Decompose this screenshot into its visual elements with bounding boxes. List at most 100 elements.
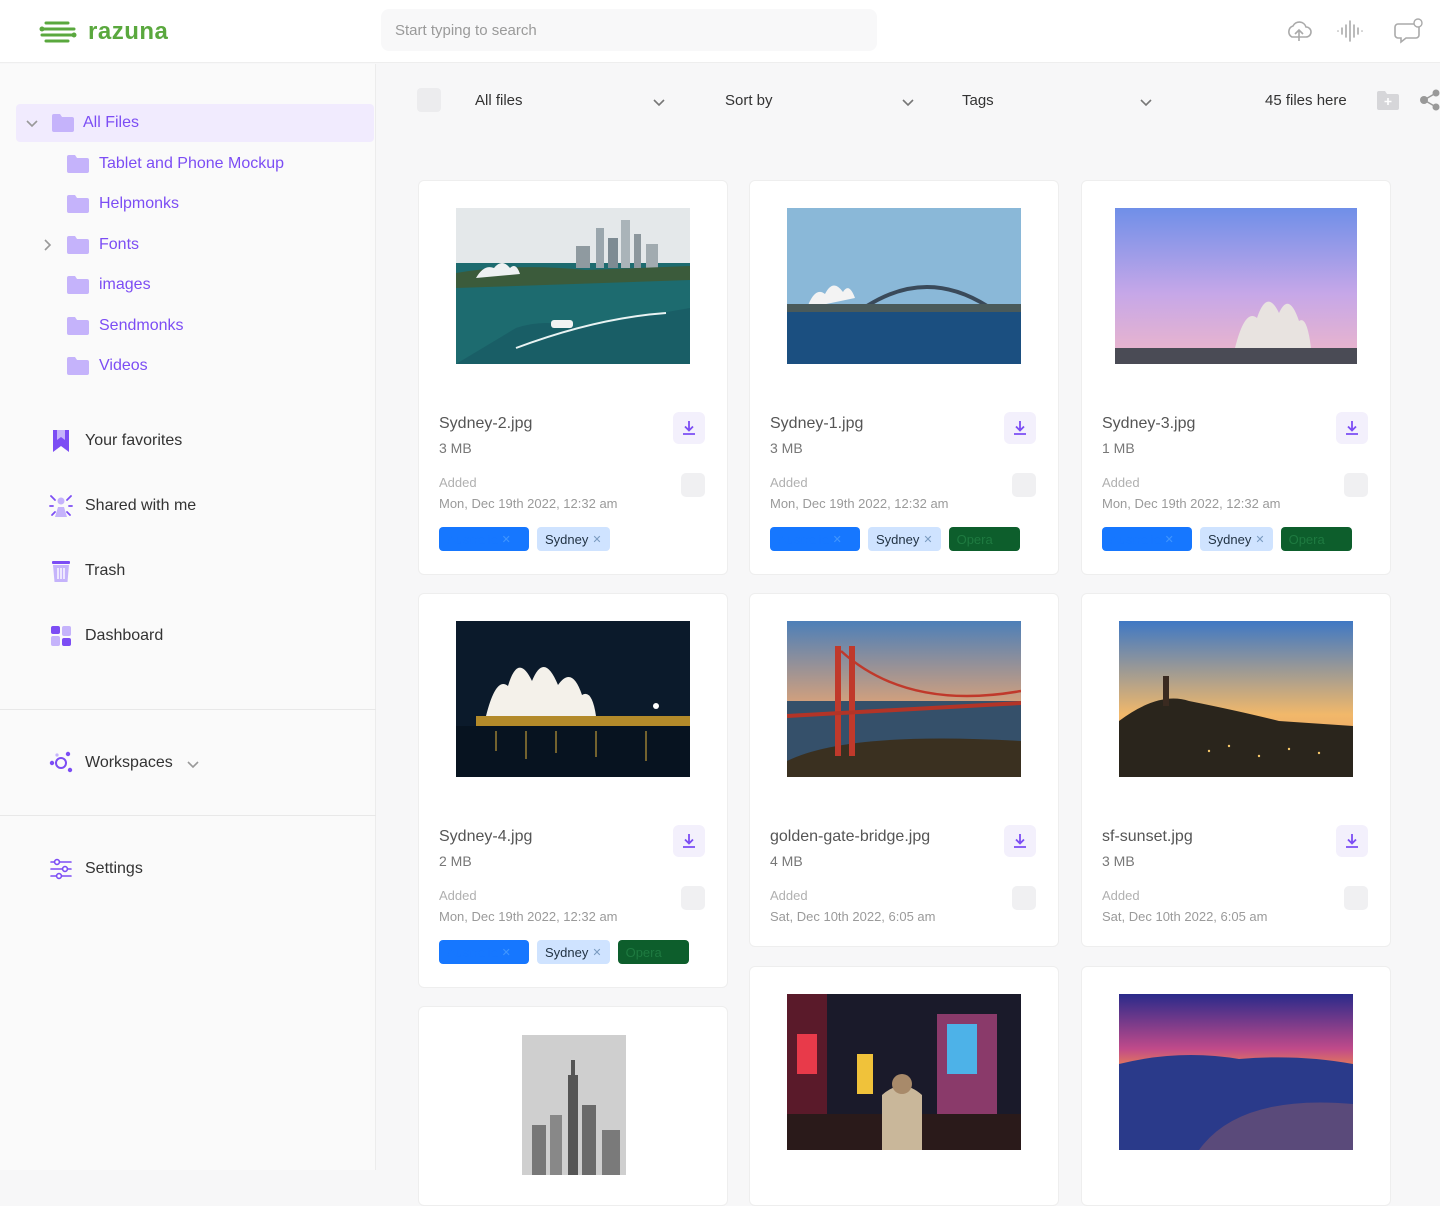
all-files-dropdown[interactable]: All files [475, 92, 523, 109]
audio-wave-icon[interactable] [1335, 16, 1365, 46]
cloud-upload-icon[interactable] [1284, 16, 1314, 46]
file-name[interactable]: sf-sunset.jpg [1102, 828, 1193, 846]
file-card[interactable] [1081, 966, 1391, 1206]
download-button[interactable] [673, 412, 705, 444]
chevron-down-icon[interactable] [25, 116, 39, 130]
added-date: Mon, Dec 19th 2022, 12:32 am [439, 496, 618, 511]
file-name[interactable]: Sydney-2.jpg [439, 415, 532, 433]
file-card[interactable]: Sydney-4.jpg 2 MB Added Mon, Dec 19th 20… [418, 593, 728, 988]
folder-all-files[interactable]: All Files [16, 104, 374, 142]
file-thumbnail[interactable] [1119, 621, 1353, 777]
select-checkbox[interactable] [1344, 886, 1368, 910]
tag-australia[interactable]: Australia ✕ [439, 527, 529, 551]
chevron-right-icon[interactable] [40, 238, 54, 252]
file-thumbnail[interactable] [787, 994, 1021, 1150]
remove-tag-icon[interactable]: ✕ [502, 946, 511, 959]
chevron-down-icon[interactable] [900, 94, 916, 110]
file-name[interactable]: Sydney-3.jpg [1102, 415, 1195, 433]
nav-your-favorites[interactable]: Your favorites [48, 427, 182, 455]
remove-tag-icon[interactable]: ✕ [923, 533, 932, 546]
file-card[interactable] [749, 966, 1059, 1206]
download-button[interactable] [1336, 412, 1368, 444]
search-input[interactable] [381, 9, 877, 51]
main-content: All files Sort by Tags 45 files here Syd… [377, 64, 1440, 1206]
file-card[interactable]: Sydney-3.jpg 1 MB Added Mon, Dec 19th 20… [1081, 180, 1391, 575]
folder-helpmonks[interactable]: Helpmonks [16, 185, 374, 223]
file-card[interactable]: sf-sunset.jpg 3 MB Added Sat, Dec 10th 2… [1081, 593, 1391, 947]
share-nodes-icon[interactable] [1419, 88, 1440, 112]
chevron-down-icon[interactable] [1138, 94, 1154, 110]
download-icon [683, 834, 695, 848]
new-folder-icon[interactable] [1377, 90, 1399, 110]
remove-tag-icon[interactable]: ✕ [592, 533, 601, 546]
file-name[interactable]: Sydney-1.jpg [770, 415, 863, 433]
file-thumbnail[interactable] [456, 208, 690, 364]
select-checkbox[interactable] [1344, 473, 1368, 497]
tag-australia[interactable]: Australia ✕ [770, 527, 860, 551]
folder-icon [67, 357, 89, 375]
folder-tablet-and-phone-mockup[interactable]: Tablet and Phone Mockup [16, 145, 374, 183]
file-thumbnail[interactable] [787, 208, 1021, 364]
tag-sydney[interactable]: Sydney ✕ [537, 940, 610, 964]
file-thumbnail[interactable] [1119, 994, 1353, 1150]
folder-label: Fonts [99, 236, 140, 253]
logo-text: razuna [88, 18, 169, 45]
file-card[interactable]: golden-gate-bridge.jpg 4 MB Added Sat, D… [749, 593, 1059, 947]
file-card[interactable]: Sydney-1.jpg 3 MB Added Mon, Dec 19th 20… [749, 180, 1059, 575]
remove-tag-icon[interactable]: ✕ [833, 533, 842, 546]
chat-bubble-icon[interactable] [1394, 16, 1424, 46]
dashboard-icon [51, 626, 71, 646]
chevron-down-icon[interactable] [186, 757, 200, 771]
file-name[interactable]: Sydney-4.jpg [439, 828, 532, 846]
file-thumbnail[interactable] [1115, 208, 1357, 364]
file-thumbnail[interactable] [456, 621, 690, 777]
razuna-logo[interactable]: razuna [38, 16, 168, 48]
chevron-down-icon[interactable] [651, 94, 667, 110]
folder-videos[interactable]: Videos [16, 347, 374, 385]
file-thumbnail[interactable] [787, 621, 1021, 777]
file-card[interactable] [418, 1006, 728, 1206]
tag-australia[interactable]: Australia ✕ [439, 940, 529, 964]
download-button[interactable] [1004, 825, 1036, 857]
remove-tag-icon[interactable]: ✕ [502, 533, 511, 546]
download-button[interactable] [1004, 412, 1036, 444]
top-bar: razuna [0, 0, 1440, 63]
tag-label: Australia [1110, 531, 1161, 547]
folder-sendmonks[interactable]: Sendmonks [16, 307, 374, 345]
nav-trash[interactable]: Trash [48, 557, 125, 585]
file-name[interactable]: golden-gate-bridge.jpg [770, 828, 930, 846]
download-button[interactable] [673, 825, 705, 857]
download-icon [1014, 834, 1026, 848]
tag-sydney[interactable]: Sydney ✕ [1200, 527, 1273, 551]
nav-workspaces[interactable]: Workspaces [48, 749, 199, 777]
tag-opera[interactable]: Opera [948, 527, 1020, 551]
remove-tag-icon[interactable]: ✕ [592, 946, 601, 959]
folder-images[interactable]: images [16, 266, 374, 304]
tag-australia[interactable]: Australia ✕ [1102, 527, 1192, 551]
tag-opera[interactable]: Opera [617, 940, 689, 964]
download-icon [683, 421, 695, 435]
sidebar: All Files Tablet and Phone Mockup Helpmo… [0, 64, 376, 1170]
tag-sydney[interactable]: Sydney ✕ [537, 527, 610, 551]
select-checkbox[interactable] [681, 473, 705, 497]
nav-settings[interactable]: Settings [48, 855, 143, 883]
select-checkbox[interactable] [681, 886, 705, 910]
tag-opera[interactable]: Opera [1280, 527, 1352, 551]
nav-shared-with-me[interactable]: Shared with me [48, 492, 196, 520]
file-thumbnail[interactable] [522, 1035, 626, 1175]
download-button[interactable] [1336, 825, 1368, 857]
select-all-checkbox[interactable] [417, 88, 441, 112]
folder-fonts[interactable]: Fonts [16, 226, 374, 264]
tag-list: Australia ✕ Sydney ✕ Opera [1102, 527, 1352, 551]
sort-by-dropdown[interactable]: Sort by [725, 92, 773, 109]
nav-dashboard[interactable]: Dashboard [48, 622, 163, 650]
select-checkbox[interactable] [1012, 473, 1036, 497]
added-label: Added [770, 888, 808, 903]
select-checkbox[interactable] [1012, 886, 1036, 910]
tag-label: Australia [447, 944, 498, 960]
remove-tag-icon[interactable]: ✕ [1255, 533, 1264, 546]
tag-sydney[interactable]: Sydney ✕ [868, 527, 941, 551]
file-card[interactable]: Sydney-2.jpg 3 MB Added Mon, Dec 19th 20… [418, 180, 728, 575]
remove-tag-icon[interactable]: ✕ [1165, 533, 1174, 546]
tags-dropdown[interactable]: Tags [962, 92, 994, 109]
